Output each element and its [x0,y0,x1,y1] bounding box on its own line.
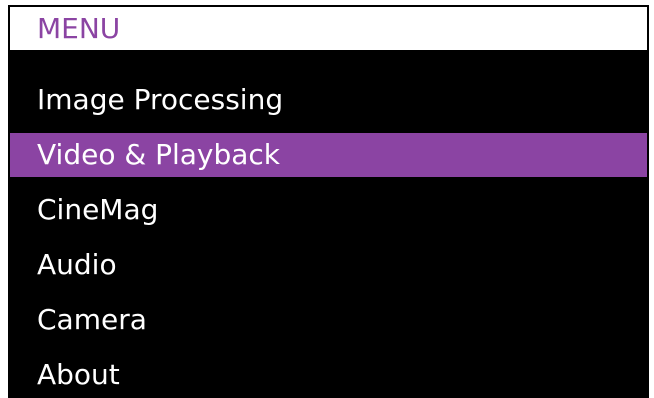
menu-item-label: Camera [37,303,147,336]
menu-item-audio[interactable]: Audio [10,243,647,287]
menu-item-label: Video & Playback [37,138,281,171]
menu-item-label: About [37,358,120,391]
menu-item-camera[interactable]: Camera [10,298,647,342]
menu-item-about[interactable]: About [10,353,647,397]
menu-panel: MENU Image Processing Video & Playback C… [8,5,649,398]
menu-item-image-processing[interactable]: Image Processing [10,78,647,122]
menu-item-label: Image Processing [37,83,284,116]
menu-item-label: Audio [37,248,117,281]
menu-header: MENU [10,7,647,50]
menu-item-cinemag[interactable]: CineMag [10,188,647,232]
menu-item-video-playback[interactable]: Video & Playback [10,133,647,177]
menu-item-label: CineMag [37,193,159,226]
menu-list: Image Processing Video & Playback CineMa… [10,78,647,398]
menu-title: MENU [37,12,121,45]
